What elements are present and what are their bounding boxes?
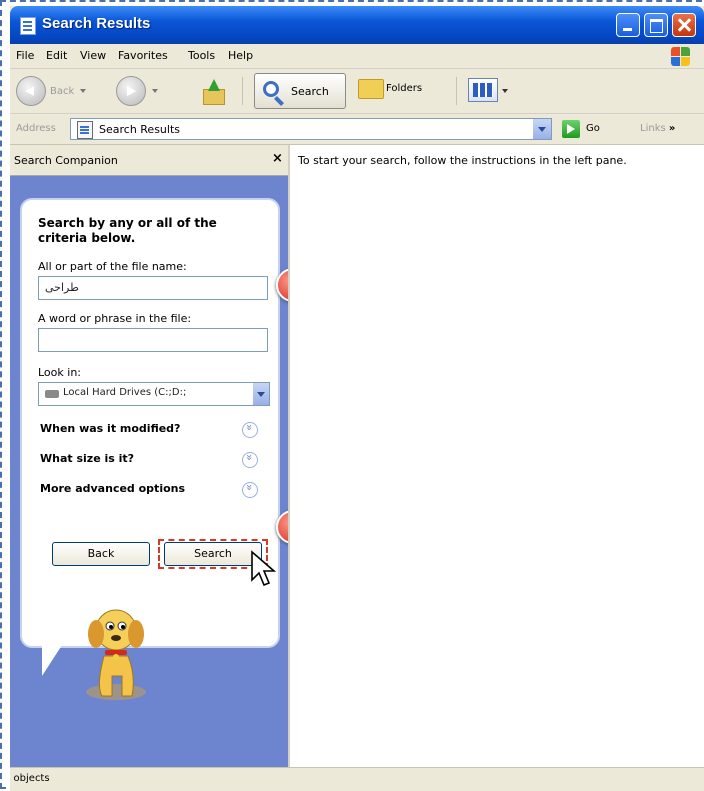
close-button[interactable] <box>672 13 696 37</box>
toolbar-separator <box>456 77 457 105</box>
standard-toolbar: Back Search Folders <box>10 69 704 114</box>
close-pane-icon[interactable]: × <box>272 151 283 166</box>
expander-size[interactable]: What size is it? <box>40 452 134 465</box>
filename-input[interactable]: طراحی <box>38 276 268 300</box>
phrase-label: A word or phrase in the file: <box>38 312 192 325</box>
pane-header: Search Companion × <box>10 145 288 176</box>
back-arrow-icon <box>16 76 46 106</box>
back-label: Back <box>50 85 75 97</box>
forward-button[interactable] <box>116 73 158 109</box>
status-text: 0 objects <box>10 773 50 784</box>
window-title: Search Results <box>42 15 151 32</box>
folder-up-icon[interactable] <box>200 77 226 105</box>
expander-advanced[interactable]: More advanced options <box>40 482 185 495</box>
windows-logo-icon <box>670 46 690 66</box>
lookin-value: Local Hard Drives (C:;D:; <box>63 387 187 398</box>
menu-file[interactable]: File <box>16 49 34 62</box>
address-value: Search Results <box>99 123 181 136</box>
links-button[interactable]: Links » <box>640 123 675 134</box>
lookin-select[interactable]: Local Hard Drives (C:;D:; <box>38 382 270 406</box>
menu-help[interactable]: Help <box>228 49 253 62</box>
results-pane: To start your search, follow the instruc… <box>290 145 704 767</box>
search-dog-icon <box>86 609 146 700</box>
chevron-down-icon <box>80 89 87 93</box>
menu-favorites[interactable]: Favorites <box>118 49 168 62</box>
magnifier-icon <box>263 81 279 97</box>
folder-icon <box>358 79 384 99</box>
search-results-icon <box>77 121 93 139</box>
address-dropdown-button[interactable] <box>533 119 551 139</box>
expander-modified[interactable]: When was it modified? <box>40 422 180 435</box>
chevron-down-icon <box>152 89 158 93</box>
mouse-cursor-icon <box>251 550 277 587</box>
expand-chevron-icon[interactable] <box>242 482 258 498</box>
search-button[interactable]: Search <box>164 542 262 566</box>
go-button[interactable]: Go <box>586 123 600 134</box>
menu-tools[interactable]: Tools <box>188 49 215 62</box>
search-toolbar-label: Search <box>291 85 329 98</box>
go-arrow-icon[interactable] <box>562 120 580 138</box>
address-bar: Address Search Results Go Links » <box>10 114 704 145</box>
maximize-button[interactable] <box>644 13 668 37</box>
filename-label: All or part of the file name: <box>38 260 187 273</box>
search-toolbar-button[interactable]: Search <box>254 73 346 109</box>
search-results-icon <box>20 17 36 35</box>
explorer-window: Search Results File Edit View Favorites … <box>10 6 704 791</box>
chevron-down-icon[interactable] <box>253 383 269 405</box>
menu-edit[interactable]: Edit <box>46 49 67 62</box>
forward-arrow-icon <box>116 76 146 106</box>
filename-value: طراحی <box>45 281 79 294</box>
folders-label: Folders <box>386 83 423 94</box>
address-field[interactable]: Search Results <box>70 118 552 140</box>
results-header: To start your search, follow the instruc… <box>290 145 704 175</box>
menu-view[interactable]: View <box>80 49 106 62</box>
chevron-down-icon[interactable] <box>502 89 508 93</box>
views-button[interactable] <box>468 78 498 102</box>
expand-chevron-icon[interactable] <box>242 422 258 438</box>
instruction-text: To start your search, follow the instruc… <box>298 154 627 167</box>
menu-bar: File Edit View Favorites Tools Help <box>10 44 704 69</box>
hard-drive-icon <box>45 390 59 398</box>
expand-chevron-icon[interactable] <box>242 452 258 468</box>
minimize-button[interactable] <box>616 13 640 37</box>
search-heading: Search by any or all of the criteria bel… <box>38 216 217 245</box>
phrase-input[interactable] <box>38 328 268 352</box>
address-label: Address <box>16 123 56 134</box>
status-bar: 0 objects <box>10 767 704 791</box>
back-pane-button[interactable]: Back <box>52 542 150 566</box>
chevron-right-icon: » <box>668 123 676 134</box>
lookin-label: Look in: <box>38 366 81 379</box>
bubble-tail <box>42 642 64 676</box>
links-label: Links <box>640 123 666 134</box>
toolbar-separator <box>242 77 243 105</box>
back-button[interactable]: Back <box>16 73 87 109</box>
title-bar[interactable]: Search Results <box>10 6 704 44</box>
pane-title: Search Companion <box>14 154 118 167</box>
